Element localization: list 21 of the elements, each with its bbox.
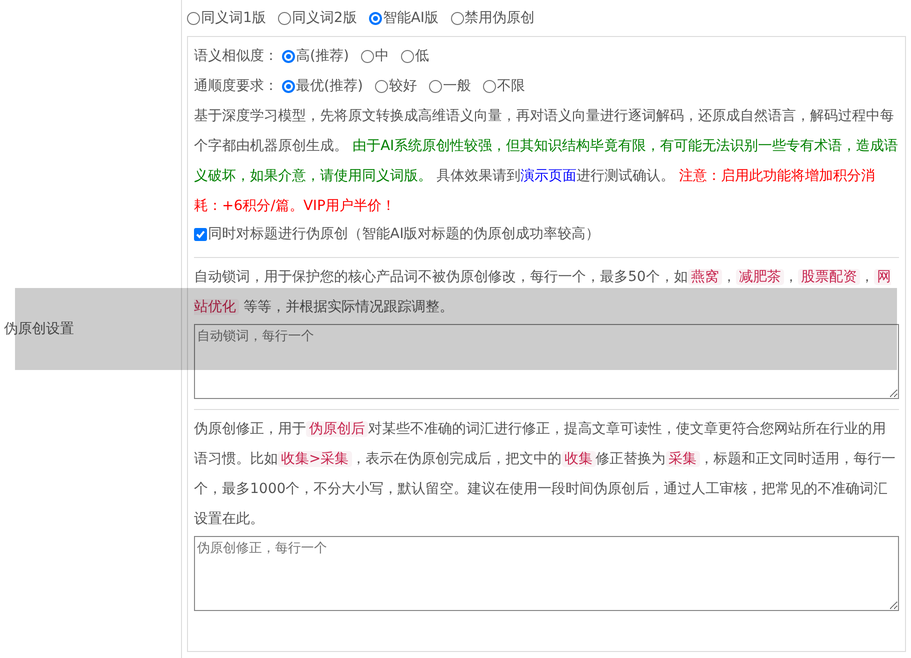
- lock-words-field[interactable]: 自动锁词，每行一个: [194, 324, 899, 399]
- radio-option[interactable]: 智能AI版: [368, 9, 439, 27]
- radio-option[interactable]: 一般: [428, 77, 471, 95]
- section-label: 伪原创设置: [3, 320, 74, 338]
- radio-option[interactable]: 较好: [374, 77, 417, 95]
- correction-field[interactable]: 伪原创修正，每行一个: [194, 536, 899, 611]
- radio-option[interactable]: 高(推荐): [282, 47, 349, 65]
- radio-option[interactable]: 同义词2版: [278, 9, 357, 27]
- description-text: 基于深度学习模型，先将原文转换成高维语义向量，再对语义向量进行逐词解码，还原成自然语言，解码过程中每个字都由机器原创生成。 由于AI系统原创性较强，但其知识结构毕竟有限，有可能无法识别一些专有术语，造成语义破坏，如果介意，请使用同义词版。 具体效果请到演示页面进行测试确认。 注意：启用此功能将增加积分消耗：+6积分/篇。VIP用户半价！: [194, 107, 899, 216]
- radio-option[interactable]: 中: [360, 47, 389, 65]
- radio-option[interactable]: 低: [400, 47, 429, 65]
- radio-option[interactable]: 禁用伪原创: [450, 9, 535, 27]
- similarity-label: 语义相似度：: [194, 47, 278, 65]
- fluency-label: 通顺度要求：: [194, 77, 278, 95]
- demo-link[interactable]: 演示页面: [520, 168, 576, 184]
- radio-option[interactable]: 同义词1版: [187, 9, 266, 27]
- lock-words-description: 自动锁词，用于保护您的核心产品词不被伪原创修改，每行一个，最多50个，如 燕窝 ， 减肥茶 ， 股票配资 ， 网站优化 等等，并根据实际情况跟踪调整。: [194, 268, 892, 317]
- title-checkbox[interactable]: 同时对标题进行伪原创（智能AI版对标题的伪原创成功率较高）: [194, 221, 899, 247]
- correction-description: 伪原创修正，用于 伪原创后 对某些不准确的词汇进行修正，提高文章可读性，使文章更符合您网站所在行业的用语习惯。比如 收集>采集 ，表示在伪原创完成后，把文中的 收集 修正替换为 采集 ，标题和正文同时适用，每行一个，最多1000个，不分大小写，默认留空。建议在使用一段时间伪原创后，通过人工审核，把常见的不准确词汇设置在此。: [194, 420, 897, 529]
- radio-option[interactable]: 最优(推荐): [282, 77, 363, 95]
- radio-option[interactable]: 不限: [482, 77, 525, 95]
